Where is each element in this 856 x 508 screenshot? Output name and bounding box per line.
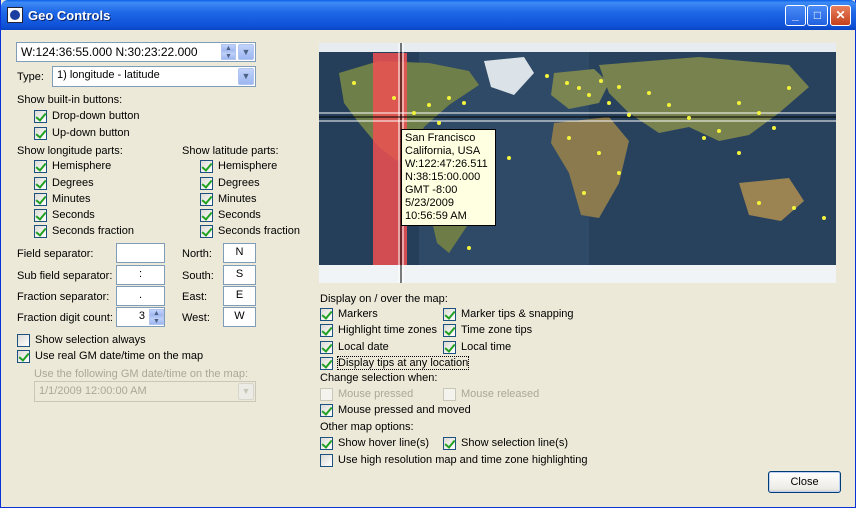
type-label: Type:	[17, 71, 44, 83]
gm-datetime-label: Use the following GM date/time on the ma…	[34, 368, 248, 380]
world-map-image	[319, 43, 836, 283]
local-time-checkbox[interactable]: Local time	[443, 340, 511, 354]
markers-checkbox[interactable]: Markers	[320, 307, 378, 321]
minimize-icon: _	[792, 8, 799, 22]
mouse-pressed-checkbox[interactable]: Mouse pressed	[320, 387, 413, 401]
lon-hemisphere-checkbox[interactable]: Hemisphere	[34, 159, 111, 173]
chevron-down-icon: ▼	[241, 386, 251, 396]
lat-seconds-checkbox[interactable]: Seconds	[200, 208, 261, 222]
show-selection-always-checkbox[interactable]: Show selection always	[17, 333, 146, 347]
mouse-pressed-moved-checkbox[interactable]: Mouse pressed and moved	[320, 403, 471, 417]
field-separator-label: Field separator:	[17, 248, 94, 260]
east-input[interactable]: E	[223, 286, 256, 306]
type-select[interactable]: 1) longitude - latitude	[52, 66, 256, 87]
coordinate-dropdown-button[interactable]: ▼	[238, 44, 254, 60]
title-bar[interactable]: Geo Controls _ □ ✕	[1, 0, 856, 30]
minimize-button[interactable]: _	[785, 5, 806, 26]
fraction-digit-count-label: Fraction digit count:	[17, 312, 113, 324]
world-map[interactable]: San Francisco California, USA W:122:47:2…	[319, 43, 836, 283]
lon-seconds-checkbox[interactable]: Seconds	[34, 208, 95, 222]
show-hover-lines-checkbox[interactable]: Show hover line(s)	[320, 436, 429, 450]
geo-controls-window: Geo Controls _ □ ✕ W:124:36:55.000 N:30:…	[0, 0, 856, 508]
latitude-heading: Show latitude parts:	[182, 145, 279, 157]
digit-count-spinner[interactable]: ▲ ▼	[149, 309, 164, 325]
maximize-button[interactable]: □	[807, 5, 828, 26]
local-date-checkbox[interactable]: Local date	[320, 340, 389, 354]
gm-datetime-dropdown-button[interactable]: ▼	[238, 383, 254, 400]
change-selection-heading: Change selection when:	[320, 372, 438, 384]
display-heading: Display on / over the map:	[320, 293, 448, 305]
chevron-down-icon: ▼	[241, 47, 251, 57]
maximize-icon: □	[813, 8, 822, 22]
gm-datetime-input[interactable]: 1/1/2009 12:00:00 AM	[34, 381, 256, 402]
map-tooltip: San Francisco California, USA W:122:47:2…	[401, 129, 496, 226]
longitude-heading: Show longitude parts:	[17, 145, 123, 157]
highlight-time-zones-checkbox[interactable]: Highlight time zones	[320, 323, 437, 337]
west-input[interactable]: W	[223, 307, 256, 327]
use-real-gm-checkbox[interactable]: Use real GM date/time on the map	[17, 349, 203, 363]
lon-degrees-checkbox[interactable]: Degrees	[34, 176, 94, 190]
type-dropdown-button[interactable]: ▼	[238, 68, 254, 85]
updown-button-checkbox[interactable]: Up-down button	[34, 126, 130, 140]
dropdown-button-checkbox[interactable]: Drop-down button	[34, 109, 139, 123]
west-label: West:	[182, 312, 210, 324]
lon-seconds-fraction-checkbox[interactable]: Seconds fraction	[34, 224, 134, 238]
lat-hemisphere-checkbox[interactable]: Hemisphere	[200, 159, 277, 173]
app-icon	[7, 7, 23, 23]
lon-minutes-checkbox[interactable]: Minutes	[34, 192, 91, 206]
chevron-down-icon: ▼	[241, 71, 251, 81]
lat-degrees-checkbox[interactable]: Degrees	[200, 176, 260, 190]
spin-up-icon[interactable]: ▲	[221, 44, 236, 52]
mouse-released-checkbox[interactable]: Mouse released	[443, 387, 539, 401]
spin-down-icon[interactable]: ▼	[149, 317, 164, 325]
coordinate-spinner[interactable]: ▲ ▼	[221, 44, 236, 60]
close-window-button[interactable]: ✕	[830, 5, 851, 26]
spin-down-icon[interactable]: ▼	[221, 52, 236, 60]
window-title: Geo Controls	[28, 8, 111, 23]
builtin-heading: Show built-in buttons:	[17, 94, 123, 106]
display-tips-any-location-checkbox[interactable]: Display tips at any location	[320, 356, 470, 370]
north-input[interactable]: N	[223, 243, 256, 263]
spin-up-icon[interactable]: ▲	[149, 309, 164, 317]
show-selection-lines-checkbox[interactable]: Show selection line(s)	[443, 436, 568, 450]
sub-field-separator-input[interactable]: :	[116, 265, 165, 285]
high-resolution-map-checkbox[interactable]: Use high resolution map and time zone hi…	[320, 453, 588, 467]
sub-field-separator-label: Sub field separator:	[17, 270, 113, 282]
north-label: North:	[182, 248, 212, 260]
south-label: South:	[182, 270, 214, 282]
lat-seconds-fraction-checkbox[interactable]: Seconds fraction	[200, 224, 300, 238]
close-icon: ✕	[835, 8, 846, 22]
close-button[interactable]: Close	[768, 471, 841, 493]
fraction-separator-label: Fraction separator:	[17, 291, 110, 303]
lat-minutes-checkbox[interactable]: Minutes	[200, 192, 257, 206]
fraction-separator-input[interactable]: .	[116, 286, 165, 306]
field-separator-input[interactable]	[116, 243, 165, 263]
coordinate-input[interactable]: W:124:36:55.000 N:30:23:22.000	[16, 42, 256, 62]
south-input[interactable]: S	[223, 265, 256, 285]
other-options-heading: Other map options:	[320, 421, 414, 433]
east-label: East:	[182, 291, 208, 303]
marker-tips-checkbox[interactable]: Marker tips & snapping	[443, 307, 574, 321]
time-zone-tips-checkbox[interactable]: Time zone tips	[443, 323, 532, 337]
